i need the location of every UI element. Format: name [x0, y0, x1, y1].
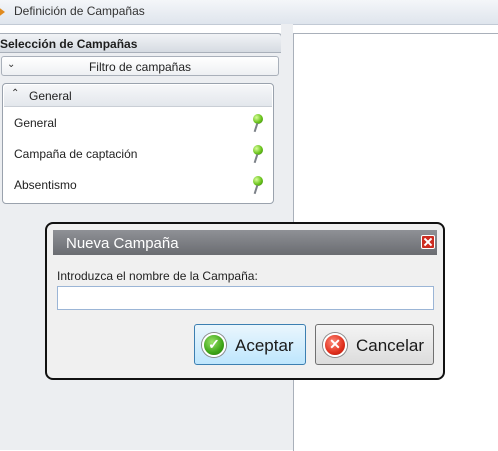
panel-header: Selección de Campañas — [0, 33, 282, 53]
dialog-prompt: Introduzca el nombre de la Campaña: — [57, 269, 258, 283]
dialog-titlebar: Nueva Campaña — [53, 230, 437, 255]
chevron-up-icon: ⌃ — [11, 88, 20, 99]
accept-label: Aceptar — [235, 336, 294, 355]
cancel-button[interactable]: ✕ Cancelar — [315, 324, 434, 365]
campaign-list: ⌃ General General Campaña de captación A… — [2, 83, 274, 204]
close-icon[interactable] — [421, 235, 435, 249]
list-item-label: Campaña de captación — [14, 147, 138, 161]
green-pin-icon — [251, 176, 263, 196]
green-pin-icon — [251, 145, 263, 165]
campaign-name-input[interactable] — [57, 286, 434, 310]
window-title: Definición de Campañas — [14, 4, 145, 18]
filter-expander[interactable]: ⌄ Filtro de campañas — [1, 56, 279, 76]
check-circle-icon: ✓ — [202, 333, 226, 357]
filter-label: Filtro de campañas — [88, 60, 192, 74]
list-item-label: General — [14, 116, 57, 130]
list-item[interactable]: General — [3, 112, 273, 134]
list-item-label: Absentismo — [14, 178, 77, 192]
app-arrow-icon — [0, 6, 5, 18]
window-titlebar: Definición de Campañas — [0, 0, 498, 25]
list-item[interactable]: Campaña de captación — [3, 143, 273, 165]
panel-header-title: Selección de Campañas — [0, 37, 138, 51]
accept-button[interactable]: ✓ Aceptar — [194, 324, 306, 365]
new-campaign-dialog: Nueva Campaña Introduzca el nombre de la… — [45, 222, 445, 380]
list-item[interactable]: Absentismo — [3, 174, 273, 196]
group-label: General — [29, 89, 72, 103]
green-pin-icon — [251, 114, 263, 134]
dialog-title: Nueva Campaña — [66, 235, 179, 252]
x-circle-icon: ✕ — [323, 333, 347, 357]
group-header-general[interactable]: ⌃ General — [4, 85, 272, 107]
cancel-label: Cancelar — [356, 336, 425, 355]
